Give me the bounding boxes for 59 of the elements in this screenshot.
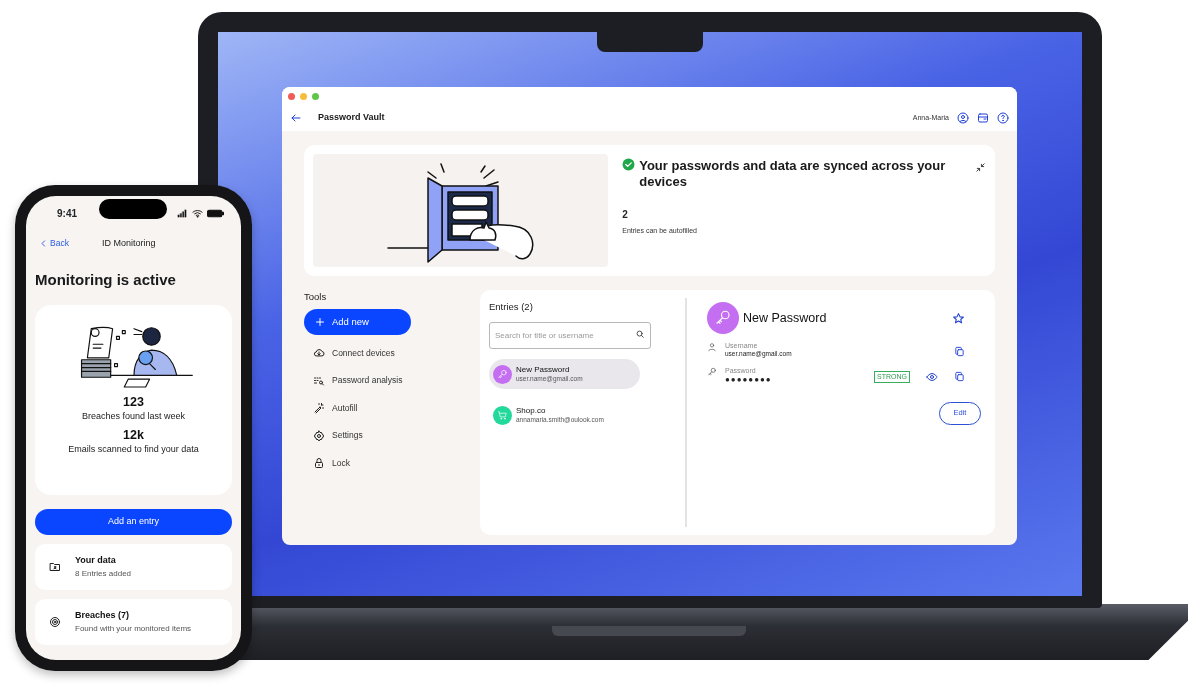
cart-icon	[497, 409, 508, 421]
search-icon	[635, 329, 645, 340]
key-icon	[497, 368, 508, 380]
lock-icon	[313, 457, 325, 469]
card-subtitle: Found with your monitored items	[75, 622, 192, 635]
key-icon	[714, 309, 732, 327]
collapse-icon[interactable]	[975, 162, 986, 173]
account-icon[interactable]	[957, 112, 969, 124]
card-title: Your data	[75, 554, 117, 568]
signal-icon	[177, 208, 188, 219]
check-circle-icon	[622, 158, 636, 171]
wallet-icon[interactable]	[977, 112, 989, 124]
banner-title: Your passwords and data are synced across your devices	[639, 158, 947, 191]
magnifier-dots-icon	[313, 374, 325, 387]
search-field[interactable]: Search for title or username	[489, 322, 651, 350]
tool-menu-item[interactable]: Connect devices	[304, 339, 401, 367]
chevron-left-icon	[39, 239, 48, 249]
tool-menu-item[interactable]: Password analysis	[304, 366, 409, 395]
entry-title: New Password	[743, 309, 827, 327]
add-new-button[interactable]: Add new	[304, 309, 411, 336]
battery-icon	[207, 209, 224, 218]
copy-icon[interactable]	[954, 371, 965, 383]
user-icon	[707, 342, 717, 352]
tool-menu-item[interactable]: Settings	[304, 421, 369, 450]
window-title: Password Vault	[318, 111, 385, 125]
tools-heading: Tools	[304, 290, 328, 304]
entries-heading: Entries (2)	[489, 300, 534, 314]
stat-label: Emails scanned to find your data	[67, 442, 200, 456]
key-icon	[707, 366, 717, 377]
folder-icon	[49, 561, 61, 573]
dynamic-island	[99, 199, 167, 219]
settings-icon	[313, 429, 325, 442]
star-icon[interactable]	[952, 311, 965, 325]
entry-count: 2	[622, 207, 629, 222]
page-heading: Monitoring is active	[35, 269, 177, 290]
help-icon[interactable]	[997, 112, 1009, 124]
summary-card[interactable]: Your data 8 Entries added	[35, 544, 232, 590]
screen-title: ID Monitoring	[101, 237, 156, 250]
tool-menu-item[interactable]: Autofill	[304, 394, 364, 422]
back-arrow-icon[interactable]	[290, 112, 302, 124]
card-title: Breaches (7)	[75, 609, 131, 623]
target-icon	[49, 616, 61, 628]
wifi-icon	[192, 208, 203, 219]
plus-icon	[314, 316, 326, 329]
magic-wand-icon	[313, 402, 325, 414]
eye-icon[interactable]	[926, 370, 938, 383]
stat-value: 12k	[122, 427, 145, 443]
tool-menu-item[interactable]: Lock	[304, 449, 356, 477]
status-time: 9:41	[56, 207, 77, 221]
back-button[interactable]: Back	[39, 237, 69, 251]
summary-card[interactable]: Breaches (7) Found with your monitored items	[35, 599, 232, 645]
copy-icon[interactable]	[954, 346, 965, 357]
cloud-icon	[313, 347, 325, 359]
close-button[interactable]	[288, 92, 295, 100]
field-value: ●●●●●●●●	[725, 375, 772, 386]
card-subtitle: 8 Entries added	[75, 567, 132, 580]
stat-value: 123	[122, 395, 145, 410]
stat-label: Breaches found last week	[80, 410, 187, 423]
add-entry-button[interactable]: Add an entry	[35, 509, 232, 535]
